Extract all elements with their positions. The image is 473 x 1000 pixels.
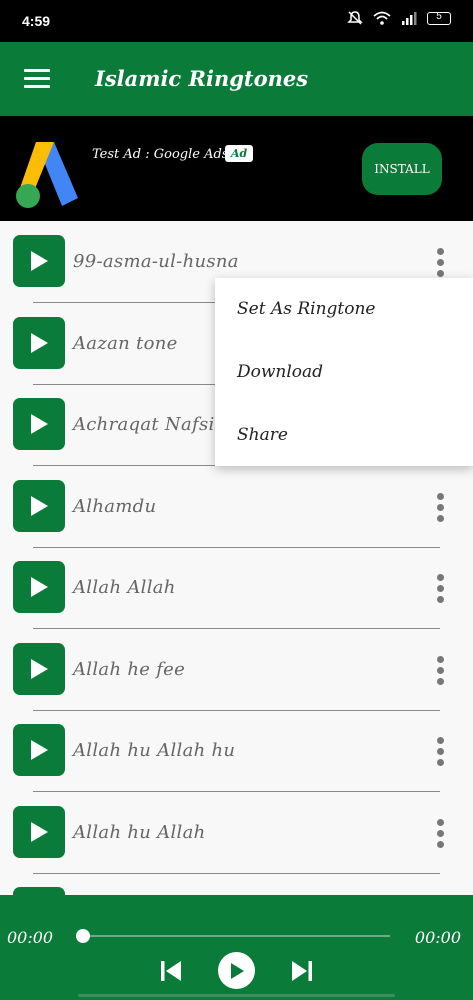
play-icon <box>31 496 48 516</box>
skip-previous-button[interactable] <box>158 958 184 984</box>
seek-thumb[interactable] <box>76 929 90 943</box>
play-button[interactable] <box>13 317 65 369</box>
battery-level: 5 <box>436 10 442 22</box>
play-button[interactable] <box>13 887 65 895</box>
ringtone-title: Allah Allah <box>73 577 176 598</box>
seek-bar[interactable] <box>83 935 390 937</box>
signal-icon <box>401 11 417 25</box>
play-icon <box>230 962 244 979</box>
more-options-icon[interactable] <box>433 493 447 523</box>
skip-next-icon <box>292 961 312 981</box>
play-pause-button[interactable] <box>218 952 255 989</box>
ringtone-title: Achraqat Nafsi <box>73 414 215 435</box>
skip-next-button[interactable] <box>289 958 315 984</box>
play-icon <box>31 414 48 434</box>
play-icon <box>31 333 48 353</box>
context-menu: Set As Ringtone Download Share <box>215 278 473 466</box>
list-item[interactable]: Allah hu Allah <box>0 792 473 874</box>
menu-item-download[interactable]: Download <box>237 362 323 382</box>
gesture-nav-bar <box>78 994 395 997</box>
play-icon <box>31 251 48 271</box>
ringtone-title: Aazan tone <box>73 333 178 354</box>
app-title: Islamic Ringtones <box>95 66 309 91</box>
play-button[interactable] <box>13 561 65 613</box>
menu-item-set-ringtone[interactable]: Set As Ringtone <box>237 299 376 319</box>
more-options-icon[interactable] <box>433 819 447 849</box>
ringtone-title: Alhamdu <box>73 496 157 517</box>
more-options-icon[interactable] <box>433 656 447 686</box>
play-button[interactable] <box>13 480 65 532</box>
status-time: 4:59 <box>22 13 51 29</box>
ad-text: Test Ad : Google Ads <box>92 147 229 162</box>
ad-banner[interactable]: Test Ad : Google Ads Ad INSTALL <box>0 116 473 221</box>
install-button[interactable]: INSTALL <box>362 143 442 195</box>
play-icon <box>31 822 48 842</box>
status-bar: 4:59 5 <box>0 0 473 42</box>
player-bar: 00:00 00:00 <box>0 895 473 1000</box>
list-item[interactable]: Allah hu Allah hu <box>0 710 473 792</box>
app-bar: Islamic Ringtones <box>0 42 473 116</box>
play-button[interactable] <box>13 643 65 695</box>
battery-icon: 5 <box>427 10 451 25</box>
ringtone-title: Allah hu Allah hu <box>73 740 236 761</box>
more-options-icon[interactable] <box>433 574 447 604</box>
play-icon <box>31 740 48 760</box>
play-icon <box>31 577 48 597</box>
skip-previous-icon <box>161 961 181 981</box>
list-item-partial[interactable] <box>0 873 473 895</box>
list-item[interactable]: Allah Allah <box>0 547 473 629</box>
ringtone-title: 99-asma-ul-husna <box>73 251 239 272</box>
menu-item-share[interactable]: Share <box>237 425 288 445</box>
list-item[interactable]: Alhamdu <box>0 466 473 548</box>
list-item[interactable]: Allah he fee <box>0 629 473 711</box>
total-time: 00:00 <box>414 928 461 947</box>
current-time: 00:00 <box>7 928 54 947</box>
ad-badge: Ad <box>225 145 254 162</box>
hamburger-menu-icon[interactable] <box>24 69 50 89</box>
play-button[interactable] <box>13 235 65 287</box>
mute-icon <box>347 10 363 26</box>
play-button[interactable] <box>13 398 65 450</box>
wifi-icon <box>373 11 391 25</box>
more-options-icon[interactable] <box>433 737 447 767</box>
play-button[interactable] <box>13 724 65 776</box>
status-icons: 5 <box>347 10 451 26</box>
ringtone-title: Allah he fee <box>73 659 186 680</box>
google-ads-logo <box>14 136 80 212</box>
play-button[interactable] <box>13 806 65 858</box>
play-icon <box>31 659 48 679</box>
more-options-icon[interactable] <box>433 248 447 278</box>
ringtone-title: Allah hu Allah <box>73 822 206 843</box>
